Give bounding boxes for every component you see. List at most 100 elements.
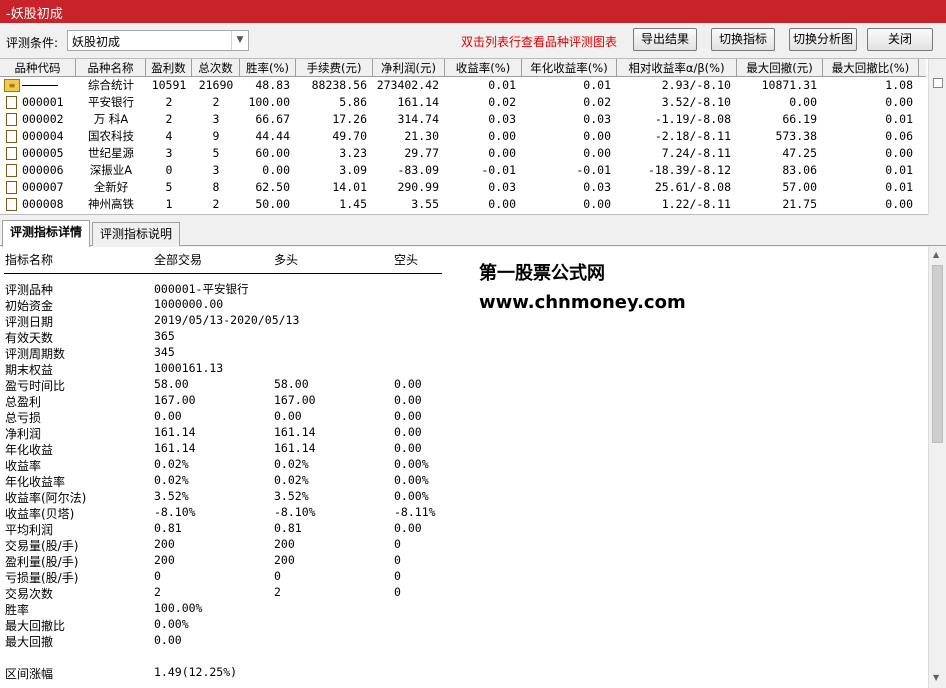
table-cell: 0.03 [488, 112, 516, 126]
table-row[interactable]: 000006 深振业A 0 3 0.00 3.09 -83.09 -0.01 -0.01 -18.… [0, 162, 926, 179]
table-cell: 8 [212, 180, 220, 194]
metric-all: 000001-平安银行 [154, 282, 249, 296]
table-header-cell[interactable]: 最大回撤比(%) [823, 59, 919, 77]
metric-long: 58.00 [274, 377, 309, 391]
table-cell: 1.08 [885, 78, 913, 92]
metric-long: 0.02% [274, 473, 309, 487]
metric-label: 交易次数 [5, 587, 54, 601]
table-cell: 0.02 [488, 95, 516, 109]
switch-chart-button[interactable]: 切换分析图 [789, 28, 857, 51]
table-cell: 25.61/-8.08 [654, 180, 731, 194]
cell-name: 神州高铁 [88, 197, 134, 211]
panel-scrollbar[interactable]: ▲ ▼ [928, 247, 946, 688]
table-row[interactable]: 000002 万 科A 2 3 66.67 17.26 314.74 0.03 0.03 -1.1… [0, 111, 926, 128]
table-cell: 2 [165, 95, 173, 109]
scroll-up-icon[interactable]: ▲ [933, 250, 939, 259]
table-cell: 3 [212, 112, 220, 126]
metric-all: 200 [154, 537, 175, 551]
table-cell: 3.23 [339, 146, 367, 160]
table-cell: 100.00 [248, 95, 290, 109]
metric-all: 0.81 [154, 521, 182, 535]
table-header-cell[interactable]: 总次数 [192, 59, 240, 77]
table-row[interactable]: 000001 平安银行 2 2 100.00 5.86 161.14 0.02 0.02 3.52… [0, 94, 926, 111]
table-cell: 3 [165, 146, 173, 160]
table-cell: 1 [165, 197, 173, 211]
table-cell: 2 [165, 112, 173, 126]
cell-code: 000001 [22, 95, 64, 109]
tab-detail[interactable]: 评测指标详情 [2, 220, 90, 247]
table-cell: 3.09 [339, 163, 367, 177]
close-button[interactable]: 关闭 [867, 28, 933, 51]
table-cell: 273402.42 [376, 78, 439, 92]
table-scrollbar[interactable] [928, 59, 946, 215]
metric-all: 0.02% [154, 473, 189, 487]
metric-label: 胜率 [5, 603, 30, 617]
scroll-box[interactable] [933, 78, 943, 88]
scroll-down-icon[interactable]: ▼ [933, 673, 939, 682]
table-row[interactable]: 000005 世纪星源 3 5 60.00 3.23 29.77 0.00 0.00 7.24/-… [0, 145, 926, 162]
metric-short: 0.00 [394, 441, 422, 455]
metric-short: 0.00 [394, 377, 422, 391]
table-header-cell[interactable]: 最大回撤(元) [737, 59, 823, 77]
scroll-thumb[interactable] [932, 265, 943, 443]
hint-text: 双击列表行查看品种评测图表 [461, 35, 618, 49]
table-header-cell[interactable]: 胜率(%) [240, 59, 296, 77]
table-header-cell[interactable]: 年化收益率(%) [522, 59, 617, 77]
export-button[interactable]: 导出结果 [633, 28, 697, 51]
table-cell: 47.25 [782, 146, 817, 160]
metric-short: 0.00% [394, 457, 429, 471]
metric-all: 161.14 [154, 425, 196, 439]
table-cell: 10871.31 [761, 78, 817, 92]
table-header-cell[interactable]: 收益率(%) [445, 59, 522, 77]
metric-all: 365 [154, 329, 175, 343]
metric-long: 167.00 [274, 393, 316, 407]
table-cell: 161.14 [397, 95, 439, 109]
cell-name: 综合统计 [88, 78, 134, 92]
brand-url: www.chnmoney.com [479, 292, 686, 313]
table-cell: 9 [212, 129, 220, 143]
cell-name: 深振业A [89, 163, 133, 177]
table-row[interactable]: ≡ 综合统计 10591 21690 48.83 88238.56 273402.42 0.0… [0, 77, 926, 94]
table-header-cell[interactable]: 品种代码 [0, 59, 76, 77]
col-header-long: 多头 [274, 253, 299, 267]
cell-name: 国农科技 [88, 129, 134, 143]
tab-explain[interactable]: 评测指标说明 [92, 222, 180, 246]
table-cell: 0.00 [885, 95, 913, 109]
table-header-cell[interactable]: 净利润(元) [373, 59, 445, 77]
table-header-cell[interactable]: 相对收益率α/β(%) [617, 59, 737, 77]
table-row[interactable]: 000008 神州高铁 1 2 50.00 1.45 3.55 0.00 0.00 1.22/-8… [0, 196, 926, 213]
condition-value: 妖股初成 [72, 35, 121, 49]
metric-all: 58.00 [154, 377, 189, 391]
condition-select[interactable]: 妖股初成 ▼ [67, 30, 249, 51]
table-cell: 66.19 [782, 112, 817, 126]
table-header-cell[interactable]: 手续费(元) [296, 59, 373, 77]
metric-label: 评测周期数 [5, 347, 66, 361]
metric-short: 0.00 [394, 425, 422, 439]
tab-bar: 评测指标详情 评测指标说明 [0, 216, 946, 247]
table-cell: 14.01 [332, 180, 367, 194]
metric-all: 345 [154, 345, 175, 359]
table-header: 品种代码 品种名称 盈利数 总次数 胜率(%) 手续费(元) 净利润(元) 收益率(%) 年化收… [0, 59, 926, 77]
metric-all: 167.00 [154, 393, 196, 407]
document-icon [6, 198, 17, 211]
table-cell: -1.19/-8.08 [654, 112, 731, 126]
metric-short: 0 [394, 537, 401, 551]
table-cell: 49.70 [332, 129, 367, 143]
document-icon [6, 164, 17, 177]
table-cell: 1.45 [339, 197, 367, 211]
table-cell: 0.03 [488, 180, 516, 194]
table-cell: -83.09 [397, 163, 439, 177]
metric-short: 0 [394, 553, 401, 567]
metric-all: 3.52% [154, 489, 189, 503]
metric-short: -8.11% [394, 505, 436, 519]
cell-code: 000006 [22, 163, 64, 177]
table-header-cell[interactable]: 品种名称 [76, 59, 146, 77]
table-header-cell[interactable]: 盈利数 [146, 59, 192, 77]
switch-indicator-button[interactable]: 切换指标 [711, 28, 775, 51]
table-cell: 0.00 [488, 197, 516, 211]
table-cell: 2 [212, 197, 220, 211]
metric-long: 161.14 [274, 441, 316, 455]
table-row[interactable]: 000004 国农科技 4 9 44.44 49.70 21.30 0.00 0.00 -2.18… [0, 128, 926, 145]
table-row[interactable]: 000007 全新好 5 8 62.50 14.01 290.99 0.03 0.03 25.61… [0, 179, 926, 196]
chevron-down-icon[interactable]: ▼ [231, 31, 248, 50]
